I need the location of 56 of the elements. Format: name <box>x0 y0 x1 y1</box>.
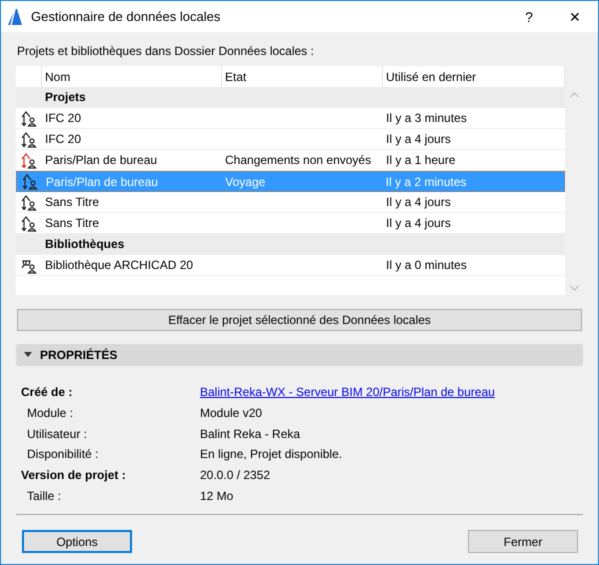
property-value: Balint Reka - Reka <box>200 426 300 441</box>
last-used-cell-text: Il y a 4 jours <box>385 216 452 230</box>
table-row[interactable]: Sans Titre Il y a 4 jours <box>16 192 565 213</box>
options-button[interactable]: Options <box>22 530 132 554</box>
last-used-cell-text: Il y a 4 jours <box>385 132 452 146</box>
last-used-cell-text: Il y a 0 minutes <box>385 258 468 272</box>
group-label: Projets <box>44 90 87 104</box>
property-value: En ligne, Projet disponible. <box>200 447 342 462</box>
property-label: Taille : <box>27 488 62 503</box>
column-header[interactable]: Etat <box>225 70 246 84</box>
state-cell-text: Changements non envoyés <box>224 153 372 167</box>
property-value: 12 Mo <box>200 488 234 503</box>
table-row[interactable]: Paris/Plan de bureau Changements non envoyés Il y a 1 heure <box>16 150 565 171</box>
delete-project-button[interactable]: Effacer le projet sélectionné des Données locales <box>17 309 582 331</box>
table-row[interactable]: Sans Titre Il y a 4 jours <box>16 213 565 234</box>
last-used-cell-text: Il y a 3 minutes <box>385 111 468 125</box>
property-value: Module v20 <box>200 406 262 420</box>
name-cell-text: Sans Titre <box>44 216 100 230</box>
properties-header[interactable]: PROPRIÉTÉS <box>16 344 583 366</box>
column-header[interactable]: Utilisé en dernier <box>386 70 476 84</box>
group-label: Bibliothèques <box>44 237 126 251</box>
name-cell-text: IFC 20 <box>44 132 82 146</box>
table-row[interactable]: IFC 20 Il y a 4 jours <box>16 129 565 150</box>
source-link[interactable]: Balint-Reka-WX - Serveur BIM 20/Paris/Plan de bureau <box>200 385 495 400</box>
house-user-icon <box>22 173 38 190</box>
house-user-icon <box>21 130 37 148</box>
property-label: Créé de : <box>21 385 74 400</box>
property-label: Disponibilité : <box>27 447 100 462</box>
name-cell-text: Bibliothèque ARCHICAD 20 <box>44 258 194 272</box>
name-cell-text: Paris/Plan de bureau <box>44 153 158 167</box>
close-dialog-button[interactable]: Fermer <box>468 530 578 554</box>
close-button[interactable]: ✕ <box>552 1 598 32</box>
house-user-icon <box>21 110 37 126</box>
property-label: Module : <box>27 406 74 420</box>
property-label: Version de projet : <box>21 468 127 482</box>
expanded-triangle-icon <box>24 352 32 358</box>
column-header[interactable]: Nom <box>45 70 70 84</box>
property-label: Utilisateur : <box>27 426 88 441</box>
table-row[interactable]: IFC 20 Il y a 3 minutes <box>16 108 565 129</box>
house-user-icon <box>21 152 37 168</box>
scroll-down-icon[interactable] <box>570 285 578 291</box>
list-label: Projets et bibliothèques dans Dossier Données locales : <box>17 44 315 58</box>
last-used-cell-text: Il y a 1 heure <box>385 153 456 167</box>
help-button[interactable]: ? <box>506 1 552 32</box>
name-cell-text: Sans Titre <box>44 195 100 209</box>
state-cell-text: Voyage <box>224 174 266 188</box>
name-cell-text: IFC 20 <box>44 111 82 125</box>
window-title: Gestionnaire de données locales <box>31 9 222 24</box>
house-user-icon <box>21 194 37 210</box>
name-cell-text: Paris/Plan de bureau <box>44 174 159 188</box>
house-user-icon <box>21 214 37 232</box>
last-used-cell-text: Il y a 4 jours <box>385 195 452 209</box>
property-value: 20.0.0 / 2352 <box>200 468 270 482</box>
app-logo-icon <box>7 8 23 26</box>
last-used-cell-text: Il y a 2 minutes <box>384 174 468 188</box>
scroll-up-icon[interactable] <box>570 92 578 98</box>
